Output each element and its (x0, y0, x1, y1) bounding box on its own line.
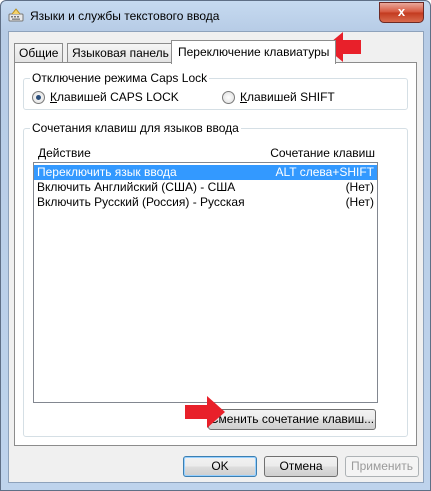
list-item[interactable]: Включить Русский (Россия) - Русская (Нет… (34, 195, 377, 210)
column-header-action[interactable]: Действие (38, 146, 91, 160)
list-header: Действие Сочетание клавиш (34, 146, 377, 162)
dialog-window: Языки и службы текстового ввода x Общие … (0, 0, 431, 491)
list-item-shortcut: (Нет) (345, 195, 374, 209)
radio-button[interactable] (222, 90, 235, 104)
list-item-shortcut: ALT слева+SHIFT (275, 165, 375, 179)
tab-language-bar[interactable]: Языковая панель (67, 43, 174, 63)
ok-button[interactable]: OK (183, 456, 257, 477)
cancel-button[interactable]: Отмена (264, 456, 338, 477)
hotkeys-group-title: Сочетания клавиш для языков ввода (30, 121, 241, 135)
list-item-action: Включить Русский (Россия) - Русская (37, 195, 245, 209)
close-button[interactable]: x (379, 2, 424, 23)
hotkeys-list[interactable]: Действие Сочетание клавиш Переключить яз… (33, 146, 378, 403)
capslock-group-title: Отключение режима Caps Lock (30, 71, 210, 85)
list-item[interactable]: Включить Английский (США) - США (Нет) (34, 180, 377, 195)
tab-keyboard-switching[interactable]: Переключение клавиатуры (171, 40, 337, 64)
red-arrow-right-icon (185, 396, 225, 428)
list-item[interactable]: Переключить язык ввода ALT слева+SHIFT (34, 165, 377, 180)
tab-general[interactable]: Общие (14, 43, 64, 63)
tab-panel-keyboard-switching: Отключение режима Caps Lock Клавишей CAP… (14, 62, 417, 446)
keyboard-settings-icon (8, 7, 24, 23)
radio-button-checked[interactable] (32, 90, 45, 104)
list-item-action: Переключить язык ввода (37, 165, 177, 179)
title-bar[interactable]: Языки и службы текстового ввода x (1, 1, 430, 31)
column-header-shortcut[interactable]: Сочетание клавиш (270, 146, 375, 160)
window-title: Языки и службы текстового ввода (30, 9, 220, 23)
radio-label: Клавишей SHIFT (240, 90, 335, 104)
list-item-action: Включить Английский (США) - США (37, 180, 236, 194)
capslock-group: Отключение режима Caps Lock Клавишей CAP… (23, 71, 408, 110)
radio-label: Клавишей CAPS LOCK (50, 90, 179, 104)
radio-shift-key[interactable]: Клавишей SHIFT (222, 90, 335, 104)
radio-capslock-key[interactable]: Клавишей CAPS LOCK (32, 90, 179, 104)
change-shortcut-button[interactable]: Сменить сочетание клавиш... (208, 409, 376, 430)
close-icon: x (397, 4, 406, 19)
apply-button: Применить (345, 456, 419, 477)
list-item-shortcut: (Нет) (345, 180, 374, 194)
hotkeys-group: Сочетания клавиш для языков ввода Действ… (23, 121, 408, 437)
